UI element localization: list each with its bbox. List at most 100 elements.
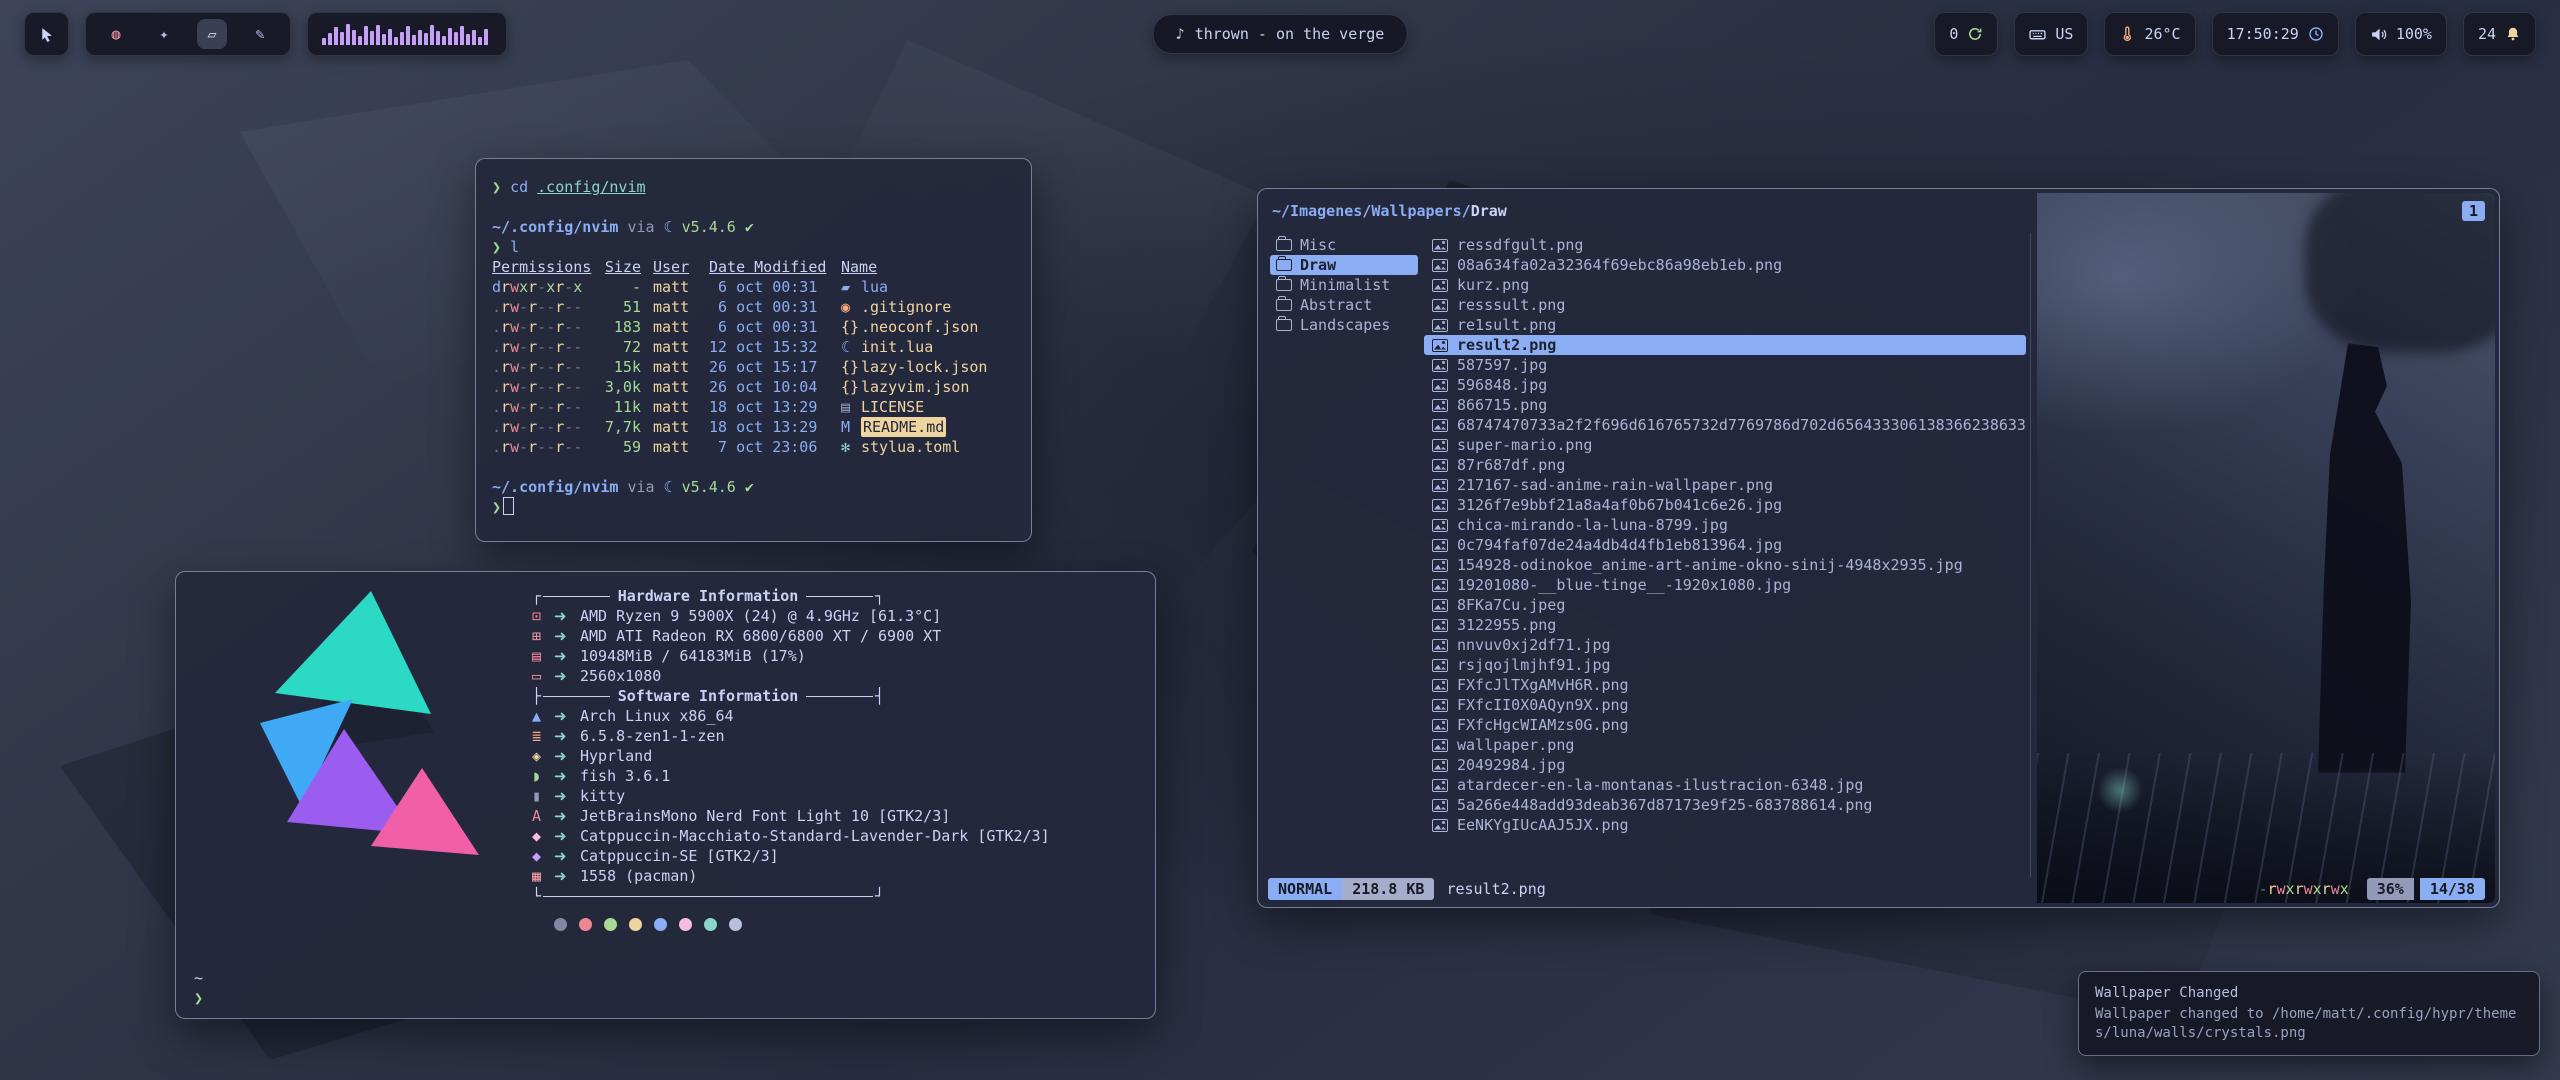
arrow-icon: ➜ — [554, 786, 580, 806]
file-date: 12 oct 15:32 — [709, 337, 829, 357]
fm-status-bar: NORMAL 218.8 KB result2.png -rwxrwxrwx 3… — [1268, 877, 2485, 901]
file-permissions: .rw-r--r-- — [492, 297, 585, 317]
box-line — [806, 696, 873, 697]
ls-row: .rw-r--r-- 11k matt 18 oct 13:29 ▤LICENS… — [492, 397, 1015, 417]
updates-count: 0 — [1949, 25, 1958, 43]
file-list-item[interactable]: 87r687df.png — [1424, 455, 2026, 475]
file-list-item[interactable]: 68747470733a2f2f696d616765732d7769786d70… — [1424, 415, 2026, 435]
file-list-item[interactable]: resssult.png — [1424, 295, 2026, 315]
updates-module[interactable]: 0 — [1934, 12, 1998, 56]
file-list-item[interactable]: 20492984.jpg — [1424, 755, 2026, 775]
file-list-item[interactable]: 596848.jpg — [1424, 375, 2026, 395]
sidebar-folder-item[interactable]: Misc — [1270, 235, 1418, 255]
file-list-item[interactable]: nnvuv0xj2df71.jpg — [1424, 635, 2026, 655]
file-list-item[interactable]: 3122955.png — [1424, 615, 2026, 635]
ls-row: drwxr-xr-x - matt 6 oct 00:31 ▰lua — [492, 277, 1015, 297]
file-list-item[interactable]: result2.png — [1424, 335, 2026, 355]
fetch-line: ▤➜10948MiB / 64183MiB (17%) — [532, 646, 1132, 666]
file-list-item[interactable]: re1sult.png — [1424, 315, 2026, 335]
folder-icon — [1276, 319, 1292, 331]
bell-icon — [2505, 26, 2521, 42]
fetch-value: kitty — [580, 786, 625, 806]
workspace-button[interactable]: ▱ — [197, 19, 227, 49]
file-user: matt — [653, 437, 697, 457]
file-list-item[interactable]: 866715.png — [1424, 395, 2026, 415]
file-list-item[interactable]: FXfcJlTXgAMvH6R.png — [1424, 675, 2026, 695]
box-corner: ┌ — [532, 586, 541, 606]
workspace-button[interactable]: ✦ — [149, 19, 179, 49]
sidebar-folder-item[interactable]: Draw — [1270, 255, 1418, 275]
file-list-item[interactable]: wallpaper.png — [1424, 735, 2026, 755]
notifications-count: 24 — [2478, 25, 2496, 43]
notifications-module[interactable]: 24 — [2463, 12, 2536, 56]
command-arg: .config/nvim — [537, 178, 645, 196]
temperature-module[interactable]: 26°C — [2104, 12, 2195, 56]
file-name: .neoconf.json — [861, 317, 978, 337]
file-list-item[interactable]: 5a266e448add93deab367d87173e9f25-6837886… — [1424, 795, 2026, 815]
image-file-icon — [1432, 239, 1448, 252]
file-name-cell: {}lazyvim.json — [841, 377, 1015, 397]
status-right-group: -rwxrwxrwx 36% 14/38 — [2258, 878, 2485, 900]
file-list-item[interactable]: 217167-sad-anime-rain-wallpaper.png — [1424, 475, 2026, 495]
volume-module[interactable]: 100% — [2355, 12, 2447, 56]
file-user: matt — [653, 297, 697, 317]
file-size: 11k — [597, 397, 641, 417]
file-size: 59 — [597, 437, 641, 457]
file-date: 18 oct 13:29 — [709, 417, 829, 437]
keyboard-layout-module[interactable]: US — [2014, 12, 2088, 56]
prompt-char: ❯ — [492, 178, 501, 196]
file-list-item[interactable]: chica-mirando-la-luna-8799.jpg — [1424, 515, 2026, 535]
file-list-item[interactable]: EeNKYgIUcAAJ5JX.png — [1424, 815, 2026, 835]
file-list-item[interactable]: 8FKa7Cu.jpeg — [1424, 595, 2026, 615]
arrow-icon: ➜ — [554, 866, 580, 886]
fetch-prompt[interactable]: ~ ❯ — [194, 968, 203, 1008]
folder-name: Draw — [1300, 255, 1336, 275]
file-name: FXfcII0X0AQyn9X.png — [1457, 695, 1629, 715]
clock-module[interactable]: 17:50:29 — [2212, 12, 2339, 56]
command: l — [510, 238, 519, 256]
file-list-item[interactable]: atardecer-en-la-montanas-ilustracion-634… — [1424, 775, 2026, 795]
fetch-value: AMD Ryzen 9 5900X (24) @ 4.9GHz [61.3°C] — [580, 606, 941, 626]
workspace-button[interactable]: ◍ — [101, 19, 131, 49]
workspace-button[interactable]: ✎ — [245, 19, 275, 49]
file-list-item[interactable]: FXfcII0X0AQyn9X.png — [1424, 695, 2026, 715]
tab-indicator[interactable]: 1 — [2462, 201, 2485, 221]
fetch-line: ⊡➜AMD Ryzen 9 5900X (24) @ 4.9GHz [61.3°… — [532, 606, 1132, 626]
palette-dot — [654, 918, 667, 931]
image-file-icon — [1432, 499, 1448, 512]
hardware-lines: ⊡➜AMD Ryzen 9 5900X (24) @ 4.9GHz [61.3°… — [532, 606, 1132, 686]
prompt-char: ❯ — [492, 238, 501, 256]
status-check-icon: ✔ — [745, 218, 754, 236]
file-list-item[interactable]: 587597.jpg — [1424, 355, 2026, 375]
now-playing-widget[interactable]: ♪ thrown - on the verge — [1153, 14, 1408, 54]
file-list-item[interactable]: 19201080-__blue-tinge__-1920x1080.jpg — [1424, 575, 2026, 595]
file-list-item[interactable]: 0c794faf07de24a4db4d4fb1eb813964.jpg — [1424, 535, 2026, 555]
file-list-item[interactable]: FXfcHgcWIAMzs0G.png — [1424, 715, 2026, 735]
workspaces-module: ◍ ✦ ▱ ✎ — [85, 12, 291, 56]
fetch-line: ◈➜Hyprland — [532, 746, 1132, 766]
command: cd — [510, 178, 528, 196]
launcher-button[interactable] — [24, 12, 69, 56]
audio-visualizer-module[interactable] — [307, 12, 507, 56]
clock-icon — [2308, 26, 2324, 42]
file-manager-window: ~/Imagenes/Wallpapers/Draw 1 Misc Draw M… — [1257, 188, 2500, 908]
file-list-item[interactable]: 08a634fa02a32364f69ebc86a98eb1eb.png — [1424, 255, 2026, 275]
file-list-item[interactable]: super-mario.png — [1424, 435, 2026, 455]
notification-popup[interactable]: Wallpaper Changed Wallpaper changed to /… — [2078, 971, 2540, 1056]
file-list-item[interactable]: 3126f7e9bbf21a8a4af0b67b041c6e26.jpg — [1424, 495, 2026, 515]
sidebar-folder-item[interactable]: Abstract — [1270, 295, 1418, 315]
fetch-info: ┌Hardware Information┐ ⊡➜AMD Ryzen 9 590… — [532, 586, 1132, 931]
ls-row: .rw-r--r-- 183 matt 6 oct 00:31 {}.neoco… — [492, 317, 1015, 337]
sidebar-folder-item[interactable]: Landscapes — [1270, 315, 1418, 335]
file-permissions: .rw-r--r-- — [492, 417, 585, 437]
terminal-input-line[interactable]: ❯ — [492, 497, 1015, 517]
sidebar-folder-item[interactable]: Minimalist — [1270, 275, 1418, 295]
software-section-header: ├Software Information┤ — [532, 686, 884, 706]
file-list-item[interactable]: ressdfgult.png — [1424, 235, 2026, 255]
file-list-item[interactable]: kurz.png — [1424, 275, 2026, 295]
file-list-item[interactable]: rsjqojlmjhf91.jpg — [1424, 655, 2026, 675]
file-list-item[interactable]: 154928-odinokoe_anime-art-anime-okno-sin… — [1424, 555, 2026, 575]
visualizer-bar — [352, 30, 356, 45]
file-name-cell: ☾init.lua — [841, 337, 1015, 357]
file-date: 26 oct 15:17 — [709, 357, 829, 377]
